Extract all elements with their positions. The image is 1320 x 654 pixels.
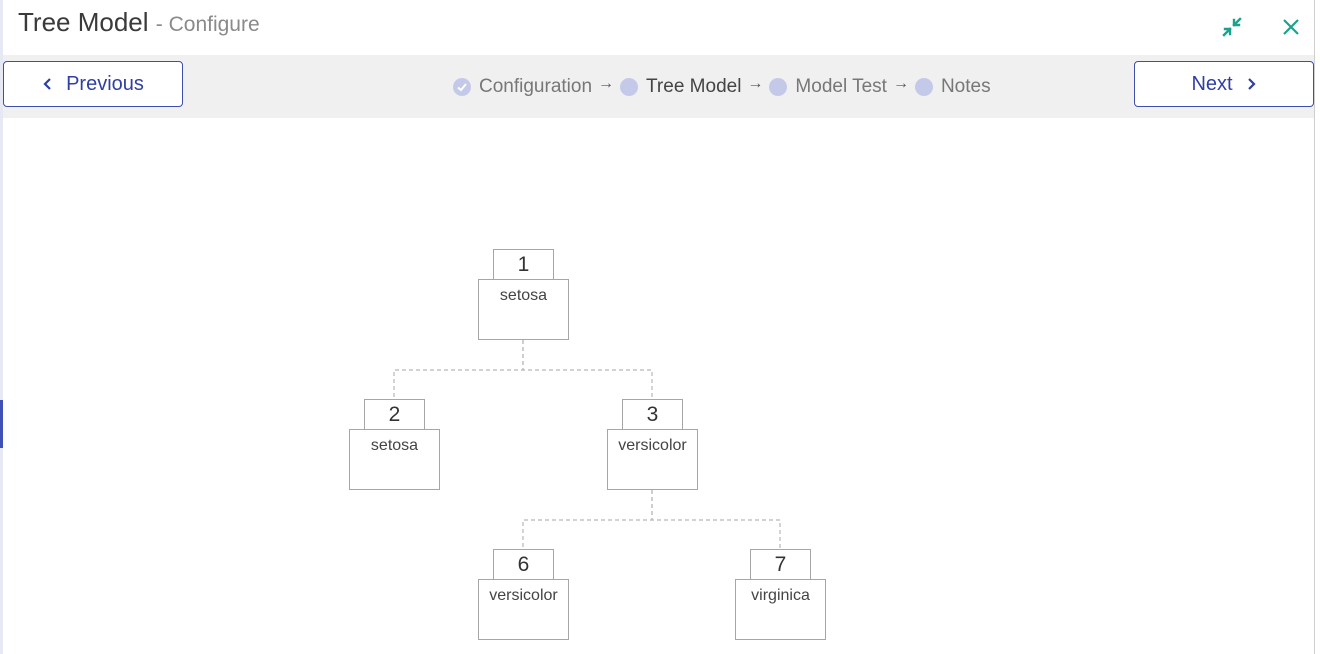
next-label: Next [1191,72,1233,95]
previous-label: Previous [66,72,144,95]
step-label: Notes [940,76,991,97]
node-class-label: virginica [735,579,826,640]
tree-edge [393,340,524,399]
step-configuration[interactable]: Configuration [453,76,592,98]
node-class-label: setosa [349,429,440,490]
dialog-header: Tree Model - Configure [3,0,1314,55]
wizard-toolbar: Previous Configuration → Tree Model → Mo… [3,55,1314,118]
wizard-steps: Configuration → Tree Model → Model Test … [453,75,991,99]
step-label: Configuration [479,76,593,97]
step-arrow-icon: → [892,75,909,92]
node-id: 2 [364,399,425,430]
tree-edge [522,490,653,549]
step-notes[interactable]: Notes [914,76,991,98]
chevron-right-icon [1247,78,1256,90]
step-dot-icon [769,78,788,96]
step-arrow-icon: → [747,75,764,92]
right-scrollbar[interactable] [1314,0,1320,654]
close-button[interactable] [1278,14,1304,40]
title-text: Tree Model [18,7,149,37]
minimize-button[interactable] [1219,14,1245,40]
step-arrow-icon: → [598,75,615,92]
step-label: Tree Model [646,76,742,97]
check-circle-icon [453,78,471,96]
chevron-left-icon [43,78,51,90]
tree-edge [651,490,781,549]
node-class-label: versicolor [607,429,698,490]
node-id: 6 [493,549,554,580]
node-class-label: versicolor [478,579,569,640]
tree-canvas: 1 setosa 2 setosa 3 versicolor 6 versicolor 7 vir… [3,118,1314,654]
minimize-arrows-icon [1222,17,1242,37]
step-dot-icon [914,78,933,96]
node-id: 1 [493,249,554,280]
node-class-label: setosa [478,279,569,340]
step-label: Model Test [795,76,887,97]
tree-edge [522,340,653,399]
close-icon [1283,19,1299,35]
node-id: 3 [622,399,683,430]
dialog-title: Tree Model - Configure [18,7,260,38]
next-button[interactable]: Next [1134,61,1314,107]
tree-edges [393,340,781,549]
node-id: 7 [750,549,811,580]
title-subtitle: - Configure [155,13,260,36]
step-model-test[interactable]: Model Test [769,76,887,98]
previous-button[interactable]: Previous [3,61,183,107]
step-tree-model[interactable]: Tree Model [620,76,741,98]
step-dot-icon [620,78,639,96]
